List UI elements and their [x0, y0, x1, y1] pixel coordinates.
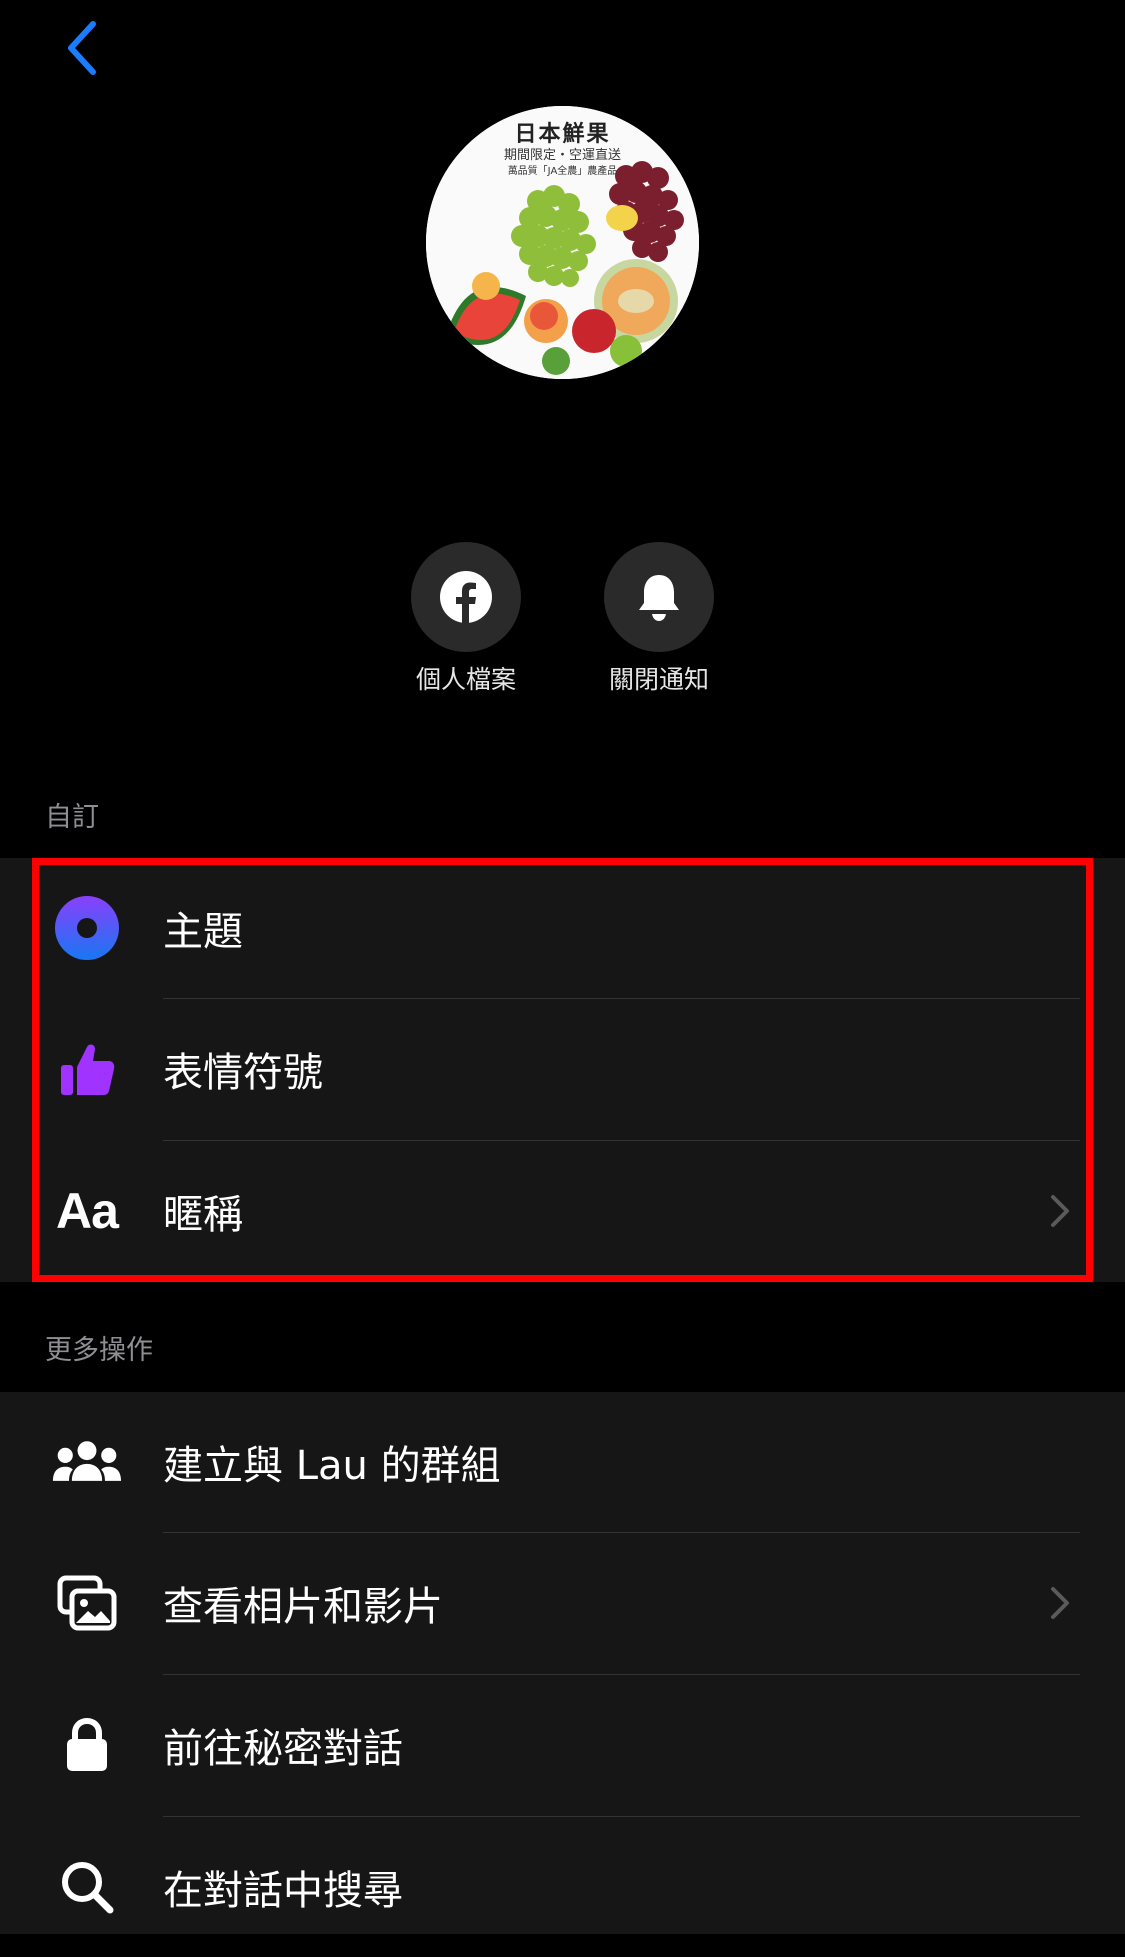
emoji-label: 表情符號	[163, 1050, 323, 1096]
facebook-icon	[440, 571, 492, 624]
secret-conversation-row[interactable]: 前往秘密對話	[0, 1675, 1125, 1815]
more-actions-panel: 建立與 Lau 的群組 查看相片和影片 前往秘密對話 在對話中搜尋	[0, 1392, 1125, 1934]
nickname-row[interactable]: Aa 暱稱	[0, 1141, 1125, 1281]
theme-row[interactable]: 主題	[0, 858, 1125, 998]
create-group-row[interactable]: 建立與 Lau 的群組	[0, 1392, 1125, 1532]
lock-icon	[52, 1710, 122, 1780]
profile-label: 個人檔案	[415, 665, 516, 694]
chevron-right-icon	[1051, 1195, 1069, 1227]
search-conversation-row[interactable]: 在對話中搜尋	[0, 1817, 1125, 1957]
search-conversation-label: 在對話中搜尋	[163, 1868, 403, 1914]
more-actions-section-label: 更多操作	[45, 1335, 153, 1366]
theme-label: 主題	[163, 909, 243, 955]
bell-icon	[639, 575, 679, 621]
avatar-subtitle: 期間限定・空運直送	[503, 148, 621, 163]
customize-section-label: 自訂	[45, 802, 99, 833]
chevron-left-icon	[68, 21, 96, 75]
photos-icon	[52, 1568, 122, 1638]
emoji-row[interactable]: 表情符號	[0, 999, 1125, 1139]
mute-notifications-label: 關閉通知	[608, 665, 709, 694]
view-photos-label: 查看相片和影片	[163, 1584, 443, 1630]
view-photos-row[interactable]: 查看相片和影片	[0, 1533, 1125, 1673]
profile-avatar: 日本鮮果 期間限定・空運直送 萬品質「JA全農」農產品	[426, 106, 699, 379]
theme-circle-icon	[52, 893, 122, 963]
thumbs-up-icon	[52, 1034, 122, 1104]
mute-notifications-button[interactable]	[604, 542, 714, 652]
back-button[interactable]	[52, 18, 112, 78]
text-aa-icon: Aa	[56, 1183, 119, 1239]
chevron-right-icon	[1051, 1587, 1069, 1619]
profile-button[interactable]	[411, 542, 521, 652]
customize-panel: 主題 表情符號 Aa 暱稱	[0, 858, 1125, 1282]
search-icon	[52, 1852, 122, 1922]
create-group-label: 建立與 Lau 的群組	[163, 1443, 501, 1489]
group-icon	[52, 1427, 122, 1497]
avatar-tagline: 萬品質「JA全農」農產品	[507, 166, 618, 177]
nickname-label: 暱稱	[163, 1192, 243, 1238]
secret-conversation-label: 前往秘密對話	[163, 1726, 403, 1772]
